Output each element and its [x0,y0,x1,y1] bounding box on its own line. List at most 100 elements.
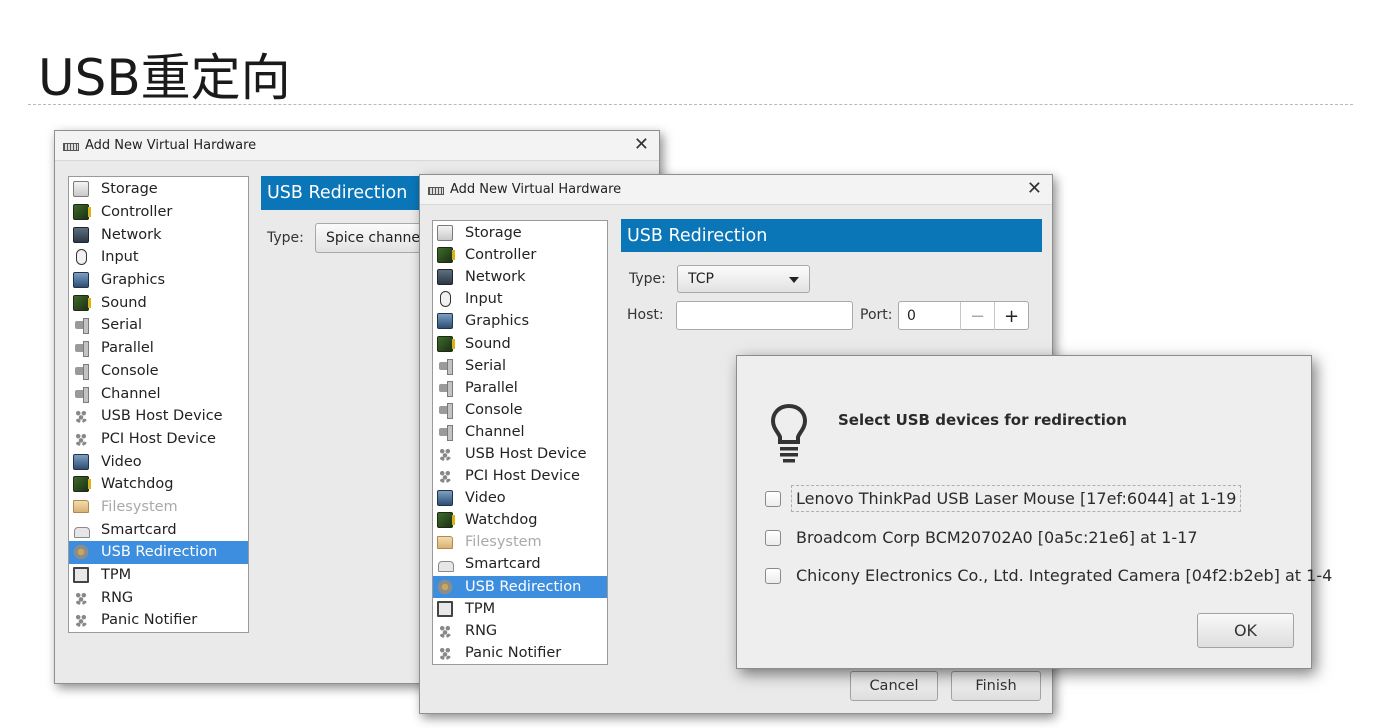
port-spinner[interactable]: 0 − + [898,301,1029,330]
hardware-list-item[interactable]: Panic Notifier [433,642,607,664]
usb-device-checkbox[interactable] [765,490,781,507]
hardware-list-item[interactable]: Panic Notifier [69,609,248,632]
front-type-combo[interactable]: TCP [677,265,810,293]
usb-device-row[interactable]: Chicony Electronics Co., Ltd. Integrated… [765,566,1332,585]
hardware-list-item[interactable]: PCI Host Device [433,465,607,487]
watchdog-icon [437,512,455,529]
hardware-list-item[interactable]: Console [433,399,607,421]
port-increment-button[interactable]: + [994,302,1028,330]
hardware-list-item-label: Console [101,362,159,379]
network-icon [437,269,453,286]
hardware-list-item-label: PCI Host Device [101,430,216,447]
hardware-list-item-label: TPM [465,600,496,617]
sound-card-icon [437,335,455,352]
hardware-list-item[interactable]: Parallel [433,377,607,399]
hardware-list-item[interactable]: Watchdog [433,509,607,531]
front-type-value: TCP [688,271,714,287]
hardware-list-item[interactable]: USB Host Device [69,405,248,428]
hardware-list-item[interactable]: Sound [69,291,248,314]
hardware-list-item[interactable]: Network [433,266,607,288]
back-hardware-list[interactable]: Storage Controller Network Input Graphics Sou… [68,176,249,633]
back-window-close-button[interactable]: ✕ [634,135,649,155]
hardware-list-item[interactable]: USB Host Device [433,443,607,465]
hardware-list-item[interactable]: PCI Host Device [69,428,248,451]
cancel-button[interactable]: Cancel [850,671,938,701]
slide-title: USB重定向 [38,49,291,107]
front-window-titlebar[interactable]: Add New Virtual Hardware ✕ [420,175,1052,205]
front-window-close-button[interactable]: ✕ [1027,179,1042,199]
usb-device-label: Broadcom Corp BCM20702A0 [0a5c:21e6] at … [796,528,1198,547]
hardware-list-item[interactable]: Input [69,246,248,269]
back-type-label: Type: [267,230,304,246]
finish-button[interactable]: Finish [951,671,1041,701]
hardware-list-item[interactable]: Channel [433,421,607,443]
hardware-list-item[interactable]: USB Redirection [69,541,248,564]
hardware-list-item[interactable]: Serial [69,314,248,337]
network-icon [73,226,89,243]
hardware-list-item[interactable]: Video [69,450,248,473]
hardware-list-item[interactable]: Network [69,223,248,246]
monitor-icon [437,313,453,330]
hardware-list-item[interactable]: Console [69,360,248,383]
front-section-header: USB Redirection [621,219,1042,252]
hardware-list-item[interactable]: RNG [433,620,607,642]
hardware-list-item[interactable]: TPM [433,598,607,620]
back-type-value: Spice channe [326,230,420,246]
hardware-list-item[interactable]: TPM [69,564,248,587]
hardware-list-item-label: RNG [465,622,498,639]
hardware-list-item[interactable]: Smartcard [433,553,607,575]
hardware-list-item[interactable]: Input [433,288,607,310]
hardware-list-item-label: TPM [101,567,132,584]
host-input[interactable] [676,301,853,330]
usb-device-row[interactable]: Broadcom Corp BCM20702A0 [0a5c:21e6] at … [765,528,1198,547]
hardware-list-item-label: Panic Notifier [465,644,562,661]
hardware-list-item-label: Parallel [101,340,154,357]
back-window-titlebar[interactable]: Add New Virtual Hardware ✕ [55,131,659,161]
chip-icon [73,567,89,584]
hardware-list-item[interactable]: Storage [433,222,607,244]
hardware-list-item[interactable]: Watchdog [69,473,248,496]
controller-icon [73,204,91,221]
hardware-list-item[interactable]: Controller [69,201,248,224]
plug-icon [437,358,453,375]
hardware-list-item[interactable]: Video [433,487,607,509]
front-hardware-list[interactable]: Storage Controller Network Input Graphics Sou… [432,220,608,665]
mouse-icon [76,249,87,266]
hardware-list-item[interactable]: Graphics [69,269,248,292]
hardware-list-item[interactable]: Graphics [433,310,607,332]
front-window-title: Add New Virtual Hardware [450,182,622,197]
hardware-list-item[interactable]: Storage [69,178,248,201]
hardware-list-item-label: Sound [465,335,511,352]
hardware-list-item[interactable]: RNG [69,586,248,609]
hardware-list-item[interactable]: Controller [433,244,607,266]
hardware-list-item-label: Serial [101,317,143,334]
hardware-list-item-label: USB Redirection [465,578,582,595]
port-decrement-button[interactable]: − [960,302,994,330]
hardware-list-item-label: Controller [101,204,173,221]
hardware-list-item-label: Panic Notifier [101,612,198,629]
hardware-list-item-label: Network [465,269,526,286]
folder-icon [73,500,89,514]
hardware-list-item[interactable]: Smartcard [69,518,248,541]
hardware-list-item-label: Storage [465,225,522,242]
device-tree-icon [73,408,89,424]
hardware-list-item[interactable]: Filesystem [69,496,248,519]
hardware-list-item-label: PCI Host Device [465,468,580,485]
plug-icon [73,363,89,380]
usb-device-checkbox[interactable] [765,567,781,584]
device-tree-icon [437,446,453,462]
hardware-list-item-label: USB Redirection [101,544,218,561]
usb-dialog-heading: Select USB devices for redirection [838,411,1127,429]
hardware-list-item[interactable]: USB Redirection [433,575,607,598]
hardware-list-item[interactable]: Sound [433,332,607,354]
chevron-down-icon [789,277,799,283]
device-tree-icon [73,590,89,606]
hardware-list-item[interactable]: Channel [69,382,248,405]
hardware-list-item[interactable]: Filesystem [433,531,607,553]
hardware-list-item[interactable]: Parallel [69,337,248,360]
chip-icon [437,600,453,617]
ok-button[interactable]: OK [1197,613,1294,648]
usb-device-checkbox[interactable] [765,529,781,546]
hardware-list-item[interactable]: Serial [433,355,607,377]
usb-device-row[interactable]: Lenovo ThinkPad USB Laser Mouse [17ef:60… [765,485,1242,512]
